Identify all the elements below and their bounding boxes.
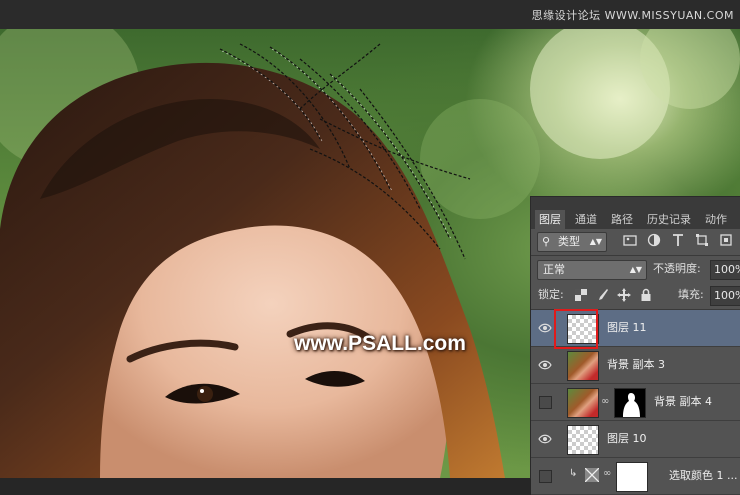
chain-link-icon[interactable]: ∞ <box>601 396 609 407</box>
tab-paths[interactable]: 路径 <box>607 210 637 229</box>
site-watermark: www.PSALL.com <box>294 332 466 355</box>
chain-link-icon[interactable]: ∞ <box>603 468 611 479</box>
blend-mode-value: 正常 <box>543 263 565 276</box>
filter-type-label: 类型 <box>558 235 580 248</box>
lock-position-move-icon[interactable] <box>617 288 631 302</box>
search-icon: ⚲ <box>542 235 551 248</box>
lock-pixels-brush-icon[interactable] <box>595 288 609 302</box>
layer-thumbnail <box>567 388 599 418</box>
fill-label: 填充: <box>678 288 704 301</box>
clipping-arrow-icon: ↳ <box>569 468 578 479</box>
opacity-label: 不透明度: <box>653 262 701 275</box>
visibility-toggle[interactable] <box>539 396 552 409</box>
layer-name[interactable]: 图层 11 <box>607 310 647 346</box>
eye-icon[interactable] <box>538 322 552 334</box>
fill-input[interactable]: 100% <box>710 286 740 306</box>
app-top-bar: 思缘设计论坛 WWW.MISSYUAN.COM <box>0 0 740 29</box>
divider <box>531 255 740 256</box>
layer-row[interactable]: ∞ 背景 副本 4 <box>531 384 740 421</box>
adjustment-filter-icon[interactable] <box>647 233 661 247</box>
opacity-input[interactable]: 100% <box>710 260 740 280</box>
tab-layers[interactable]: 图层 <box>535 210 565 229</box>
tab-actions[interactable]: 动作 <box>701 210 731 229</box>
layer-name[interactable]: 背景 副本 4 <box>654 384 712 420</box>
lock-label: 锁定: <box>538 288 564 301</box>
lock-transparency-icon[interactable] <box>575 289 587 301</box>
annotation-highlight-box <box>554 309 598 349</box>
visibility-toggle[interactable] <box>539 470 552 483</box>
type-filter-icon[interactable] <box>671 233 685 247</box>
tab-channels[interactable]: 通道 <box>571 210 601 229</box>
panel-tabs: 图层 通道 路径 历史记录 动作 <box>531 197 740 229</box>
pixel-filter-icon[interactable] <box>623 233 637 247</box>
layer-thumbnail <box>567 351 599 381</box>
smart-object-filter-icon[interactable] <box>719 233 733 247</box>
shape-filter-icon[interactable] <box>695 233 709 247</box>
lock-all-icon[interactable] <box>639 288 653 302</box>
layer-name[interactable]: 选取颜色 1 ... <box>669 458 737 494</box>
blend-mode-select[interactable]: 正常 ▲▼ <box>537 260 647 280</box>
layer-mask-thumbnail[interactable] <box>614 388 646 418</box>
brand-watermark: 思缘设计论坛 WWW.MISSYUAN.COM <box>531 9 734 22</box>
eye-icon[interactable] <box>538 359 552 371</box>
layer-thumbnail <box>567 425 599 455</box>
layer-name[interactable]: 图层 10 <box>607 421 647 457</box>
layer-row[interactable]: 背景 副本 3 <box>531 347 740 384</box>
eye-icon[interactable] <box>538 433 552 445</box>
adjustment-layer-icon <box>585 468 599 482</box>
layer-row[interactable]: ↳ ∞ 选取颜色 1 ... <box>531 458 740 495</box>
tab-history[interactable]: 历史记录 <box>643 210 695 229</box>
layer-filter-select[interactable]: ⚲ 类型 ▲▼ <box>537 232 607 252</box>
layer-row[interactable]: 图层 10 <box>531 421 740 458</box>
updown-arrow-icon: ▲▼ <box>589 237 602 246</box>
updown-arrow-icon: ▲▼ <box>629 265 642 274</box>
layer-mask-thumbnail[interactable] <box>616 462 648 492</box>
layer-name[interactable]: 背景 副本 3 <box>607 347 665 383</box>
